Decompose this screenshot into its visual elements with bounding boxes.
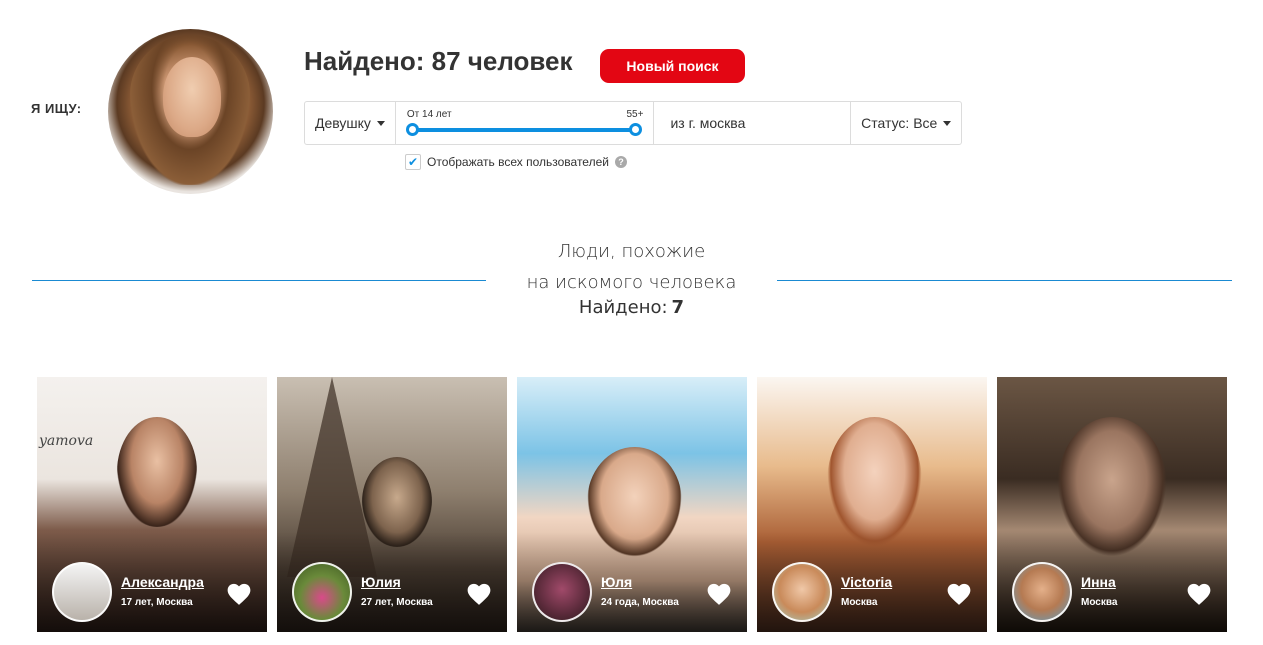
person-info: Москва: [1081, 597, 1118, 608]
similar-count-label: Найдено:: [578, 297, 668, 318]
person-card[interactable]: Юля 24 года, Москва: [517, 377, 747, 632]
show-all-label: Отображать всех пользователей: [427, 155, 609, 169]
avatar[interactable]: [1012, 562, 1072, 622]
chevron-down-icon: [376, 120, 385, 126]
similar-count-value: 7: [671, 297, 685, 318]
brand-watermark: yamova: [39, 433, 94, 449]
city-field[interactable]: из г. москва: [654, 102, 852, 144]
person-name-link[interactable]: Victoria: [841, 574, 892, 590]
avatar[interactable]: [292, 562, 352, 622]
photo-face: [117, 417, 197, 527]
new-search-button[interactable]: Новый поиск: [600, 49, 745, 83]
heart-icon[interactable]: [946, 582, 972, 606]
person-info: 24 года, Москва: [601, 597, 679, 608]
section-divider-left: [32, 280, 486, 281]
person-info: Москва: [841, 597, 878, 608]
search-filter-bar: Девушку От 14 лет 55+ из г. москва Стату…: [304, 101, 962, 145]
city-value: из г. москва: [670, 115, 746, 131]
help-icon[interactable]: ?: [614, 156, 627, 168]
chevron-down-icon: [943, 120, 952, 126]
age-range-slider[interactable]: От 14 лет 55+: [396, 102, 655, 144]
person-card[interactable]: Инна Москва: [997, 377, 1227, 632]
similar-section-title: Люди, похожие на искомого человека: [486, 236, 777, 298]
person-card[interactable]: Victoria Москва: [757, 377, 987, 632]
show-all-checkbox[interactable]: ✔: [405, 154, 421, 170]
status-value: Статус: Все: [861, 115, 938, 131]
avatar[interactable]: [532, 562, 592, 622]
heart-icon[interactable]: [706, 582, 732, 606]
person-name-link[interactable]: Инна: [1081, 574, 1116, 590]
gender-value: Девушку: [315, 115, 371, 131]
photo-face: [827, 417, 922, 547]
search-photo-avatar[interactable]: [108, 29, 273, 194]
avatar[interactable]: [52, 562, 112, 622]
similar-title-line1: Люди, похожие: [557, 241, 706, 262]
similar-title-line2: на искомого человека: [526, 272, 737, 293]
people-cards: yamova Александра 17 лет, Москва Юлия 27…: [37, 377, 1227, 632]
person-name-link[interactable]: Юля: [601, 574, 632, 590]
heart-icon[interactable]: [226, 582, 252, 606]
heart-icon[interactable]: [466, 582, 492, 606]
heart-icon[interactable]: [1186, 582, 1212, 606]
slider-handle-max[interactable]: [629, 123, 643, 136]
gender-select[interactable]: Девушку: [305, 102, 396, 144]
person-card[interactable]: yamova Александра 17 лет, Москва: [37, 377, 267, 632]
slider-track[interactable]: [411, 128, 637, 132]
search-label: Я ИЩУ:: [31, 101, 82, 116]
age-max-label: 55+: [626, 109, 644, 120]
person-info: 27 лет, Москва: [361, 597, 433, 608]
similar-count: Найдено: 7: [486, 297, 777, 318]
slider-handle-min[interactable]: [405, 123, 419, 136]
avatar[interactable]: [772, 562, 832, 622]
person-name-link[interactable]: Юлия: [361, 574, 401, 590]
age-min-label: От 14 лет: [406, 109, 452, 120]
person-card[interactable]: Юлия 27 лет, Москва: [277, 377, 507, 632]
person-name-link[interactable]: Александра: [121, 574, 204, 590]
found-title: Найдено: 87 человек: [304, 46, 573, 76]
status-select[interactable]: Статус: Все: [851, 102, 961, 144]
person-info: 17 лет, Москва: [121, 597, 193, 608]
avatar-face: [163, 57, 221, 137]
section-divider-right: [777, 280, 1232, 281]
show-all-users-option[interactable]: ✔ Отображать всех пользователей ?: [405, 154, 627, 170]
